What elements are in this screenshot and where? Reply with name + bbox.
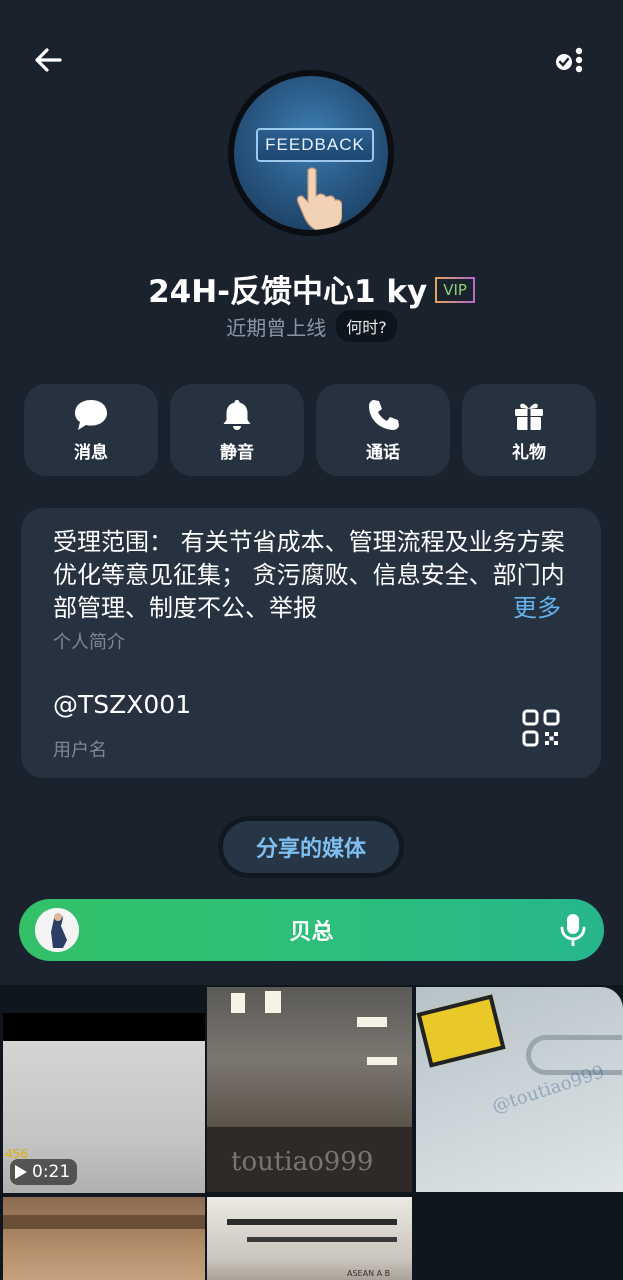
username-caption: 用户名 (53, 740, 107, 761)
vip-badge: VIP (435, 277, 475, 303)
call-label: 通话 (366, 442, 400, 463)
username[interactable]: @TSZX001 (53, 690, 191, 719)
profile-name-row: 24H-反馈中心1 ky VIP (0, 265, 623, 311)
watermark-text: toutiao999 (231, 1147, 374, 1177)
status-row: 近期曾上线 何时? (0, 310, 623, 342)
bio-more-link[interactable]: 更多 (513, 592, 561, 625)
call-button[interactable]: 通话 (316, 384, 450, 476)
avatar-feedback-label: FEEDBACK (256, 128, 374, 162)
settings-dots-icon (556, 47, 583, 73)
last-seen-status: 近期曾上线 (226, 315, 327, 340)
chat-bubble-icon (75, 399, 107, 430)
avatar-image: FEEDBACK (234, 76, 388, 230)
media-tile-office-photo[interactable]: toutiao999 (207, 987, 412, 1192)
media-tile-lobby-photo[interactable]: ASEAN A B (207, 1197, 412, 1280)
ceiling-light (265, 991, 281, 1013)
mute-button[interactable]: 静音 (170, 384, 304, 476)
ceiling-light (357, 1017, 387, 1027)
ceiling-strip (247, 1237, 397, 1242)
more-options-button[interactable] (548, 40, 592, 80)
gift-icon (515, 403, 543, 430)
music-title: 贝总 (289, 920, 334, 945)
media-tile-video[interactable]: 456 0:21 (3, 1013, 205, 1193)
qr-code-button[interactable] (521, 708, 561, 748)
ceiling-light (367, 1057, 397, 1065)
ceiling-light (231, 993, 245, 1013)
profile-name: 24H-反馈中心1 ky (148, 273, 428, 310)
info-card: 受理范围： 有关节省成本、管理流程及业务方案优化等意见征集； 贪污腐败、信息安全… (21, 508, 601, 778)
ceiling-beam (3, 1215, 205, 1229)
arrow-left-icon (35, 48, 62, 72)
lobby-sign-text: ASEAN A B (347, 1269, 391, 1278)
action-buttons: 消息 静音 通话 礼物 (24, 384, 599, 476)
video-letterbox (3, 1013, 205, 1041)
media-grid: 456 0:21 toutiao999 @toutiao999 ASEAN A … (0, 985, 623, 1280)
bell-icon (223, 399, 251, 430)
video-duration: 0:21 (10, 1159, 78, 1185)
video-duration-text: 0:21 (32, 1162, 71, 1182)
play-icon (15, 1165, 27, 1179)
ceiling-strip (227, 1219, 397, 1225)
mute-label: 静音 (220, 442, 254, 463)
phone-icon (369, 399, 399, 430)
media-tile-room-photo[interactable] (3, 1197, 205, 1280)
ceiling-sign (416, 994, 506, 1068)
bio-caption: 个人简介 (53, 632, 125, 653)
message-button[interactable]: 消息 (24, 384, 158, 476)
music-bar[interactable]: 贝总 (19, 899, 604, 961)
shared-media-wrap: 分享的媒体 (218, 816, 404, 878)
bio-fade (431, 592, 511, 625)
when-chip[interactable]: 何时? (336, 310, 397, 342)
gift-label: 礼物 (512, 442, 546, 463)
pointing-hand-icon (296, 167, 342, 230)
shared-media-button[interactable]: 分享的媒体 (223, 821, 399, 873)
qr-code-icon (522, 709, 560, 747)
profile-avatar[interactable]: FEEDBACK (228, 70, 394, 236)
microphone-button[interactable] (555, 912, 591, 948)
media-tile-ceiling-photo[interactable]: @toutiao999 (416, 987, 623, 1192)
gift-button[interactable]: 礼物 (462, 384, 596, 476)
microphone-icon (560, 914, 586, 946)
back-button[interactable] (28, 40, 68, 80)
message-label: 消息 (74, 442, 108, 463)
